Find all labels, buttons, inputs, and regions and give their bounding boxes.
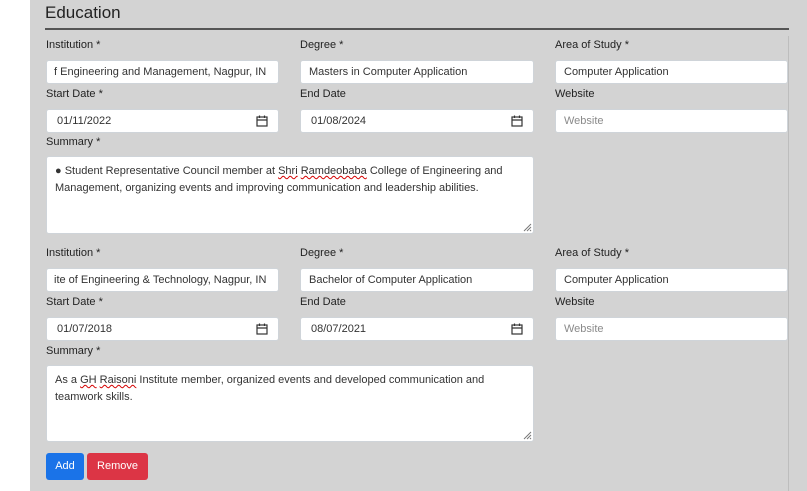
summary-text: ● Student Representative Council member … — [55, 165, 279, 177]
title-divider — [45, 28, 789, 30]
start-date-input[interactable]: 01/11/2022 — [46, 109, 279, 133]
end-date-value: 08/07/2021 — [311, 323, 367, 335]
end-date-label: End Date — [300, 88, 346, 100]
website-input[interactable]: Website — [555, 317, 788, 341]
institution-value: f Engineering and Management, Nagpur, IN — [54, 66, 267, 78]
spellcheck-word: GH — [80, 374, 97, 386]
end-date-input[interactable]: 08/07/2021 — [300, 317, 534, 341]
area-label: Area of Study * — [555, 39, 629, 51]
degree-input[interactable]: Bachelor of Computer Application — [300, 268, 534, 292]
add-button[interactable]: Add — [46, 453, 84, 480]
area-input[interactable]: Computer Application — [555, 268, 788, 292]
website-label: Website — [555, 296, 595, 308]
degree-label: Degree * — [300, 39, 344, 51]
resize-handle-icon[interactable] — [522, 222, 532, 232]
panel-edge-divider — [788, 36, 789, 491]
resize-handle-icon[interactable] — [522, 430, 532, 440]
summary-label: Summary * — [46, 345, 101, 357]
summary-textarea[interactable]: As a GH Raisoni Institute member, organi… — [46, 365, 534, 442]
end-date-input[interactable]: 01/08/2024 — [300, 109, 534, 133]
spellcheck-word: Raisoni — [99, 374, 137, 386]
institution-input[interactable]: f Engineering and Management, Nagpur, IN — [46, 60, 279, 84]
degree-input[interactable]: Masters in Computer Application — [300, 60, 534, 84]
degree-label: Degree * — [300, 247, 344, 259]
website-input[interactable]: Website — [555, 109, 788, 133]
spellcheck-word: Shri — [278, 165, 298, 177]
summary-textarea[interactable]: ● Student Representative Council member … — [46, 156, 534, 234]
start-date-value: 01/07/2018 — [57, 323, 113, 335]
area-label: Area of Study * — [555, 247, 629, 259]
institution-input[interactable]: ite of Engineering & Technology, Nagpur,… — [46, 268, 279, 292]
institution-label: Institution * — [46, 39, 101, 51]
summary-text: As a — [55, 374, 81, 386]
calendar-icon[interactable] — [256, 323, 268, 335]
website-label: Website — [555, 88, 595, 100]
calendar-icon[interactable] — [256, 115, 268, 127]
start-date-value: 01/11/2022 — [57, 115, 112, 127]
spellcheck-word: Ramdeobaba — [300, 165, 367, 177]
start-date-input[interactable]: 01/07/2018 — [46, 317, 279, 341]
calendar-icon[interactable] — [511, 115, 523, 127]
calendar-icon[interactable] — [511, 323, 523, 335]
institution-label: Institution * — [46, 247, 101, 259]
section-title: Education — [45, 3, 121, 22]
start-date-label: Start Date * — [46, 296, 103, 308]
institution-value: ite of Engineering & Technology, Nagpur,… — [54, 274, 267, 286]
end-date-value: 01/08/2024 — [311, 115, 367, 127]
area-input[interactable]: Computer Application — [555, 60, 788, 84]
summary-label: Summary * — [46, 136, 101, 148]
start-date-label: Start Date * — [46, 88, 103, 100]
end-date-label: End Date — [300, 296, 346, 308]
remove-button[interactable]: Remove — [87, 453, 148, 480]
